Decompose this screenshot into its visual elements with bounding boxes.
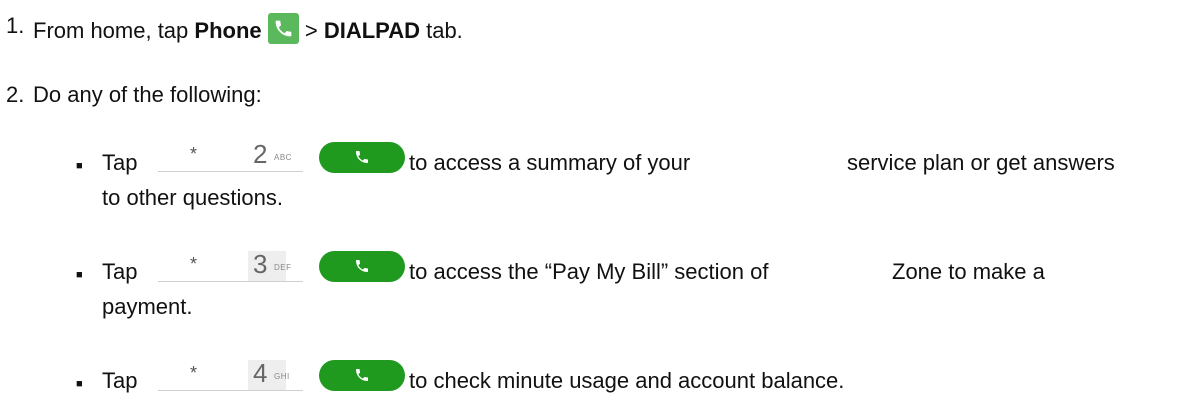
item-text-c: payment. (102, 294, 193, 319)
tap-label: Tap (102, 368, 138, 393)
star-key: * (190, 363, 198, 383)
phone-icon (356, 260, 368, 272)
dialpad-keys-star-2: * 2 ABC (158, 139, 303, 172)
phone-icon (356, 151, 368, 163)
phone-label: Phone (194, 18, 262, 43)
digit-key-letters: DEF (274, 263, 292, 272)
bullet: ■ (76, 160, 83, 172)
item-text-b: service plan or get answers (847, 150, 1115, 175)
phone-icon (356, 369, 368, 381)
digit-key: 3 (253, 249, 268, 279)
tap-label: Tap (102, 259, 138, 284)
tap-label: Tap (102, 150, 138, 175)
bullet: ■ (76, 378, 83, 390)
call-button (319, 142, 405, 173)
digit-key-letters: ABC (274, 153, 292, 162)
item-text-b: Zone to make a (892, 259, 1045, 284)
phone-app-icon (267, 13, 299, 44)
handset-icon (275, 20, 292, 37)
dialpad-keys-star-4: * 4 GHI (158, 358, 303, 391)
digit-key: 4 (253, 358, 268, 388)
step-1-text: From home, tap Phone > DIALPAD tab. (33, 13, 463, 44)
digit-key: 2 (253, 139, 268, 169)
item-text-a: to check minute usage and account balanc… (409, 368, 845, 393)
dialpad-keys-star-3: * 3 DEF (158, 249, 303, 282)
step-number: 1. (6, 13, 25, 38)
star-key: * (190, 254, 198, 274)
item-text-a: to access a summary of your (409, 150, 691, 175)
star-key: * (190, 144, 198, 164)
digit-key-letters: GHI (274, 372, 290, 381)
step-2-text: Do any of the following: (33, 82, 262, 107)
dialpad-label: DIALPAD (323, 18, 420, 43)
item-text-a: to access the “Pay My Bill” section of (409, 259, 769, 284)
call-button (319, 360, 405, 391)
item-text-c: to other questions. (102, 185, 284, 210)
call-button (319, 251, 405, 282)
bullet: ■ (76, 269, 83, 281)
step-number: 2. (6, 82, 25, 107)
